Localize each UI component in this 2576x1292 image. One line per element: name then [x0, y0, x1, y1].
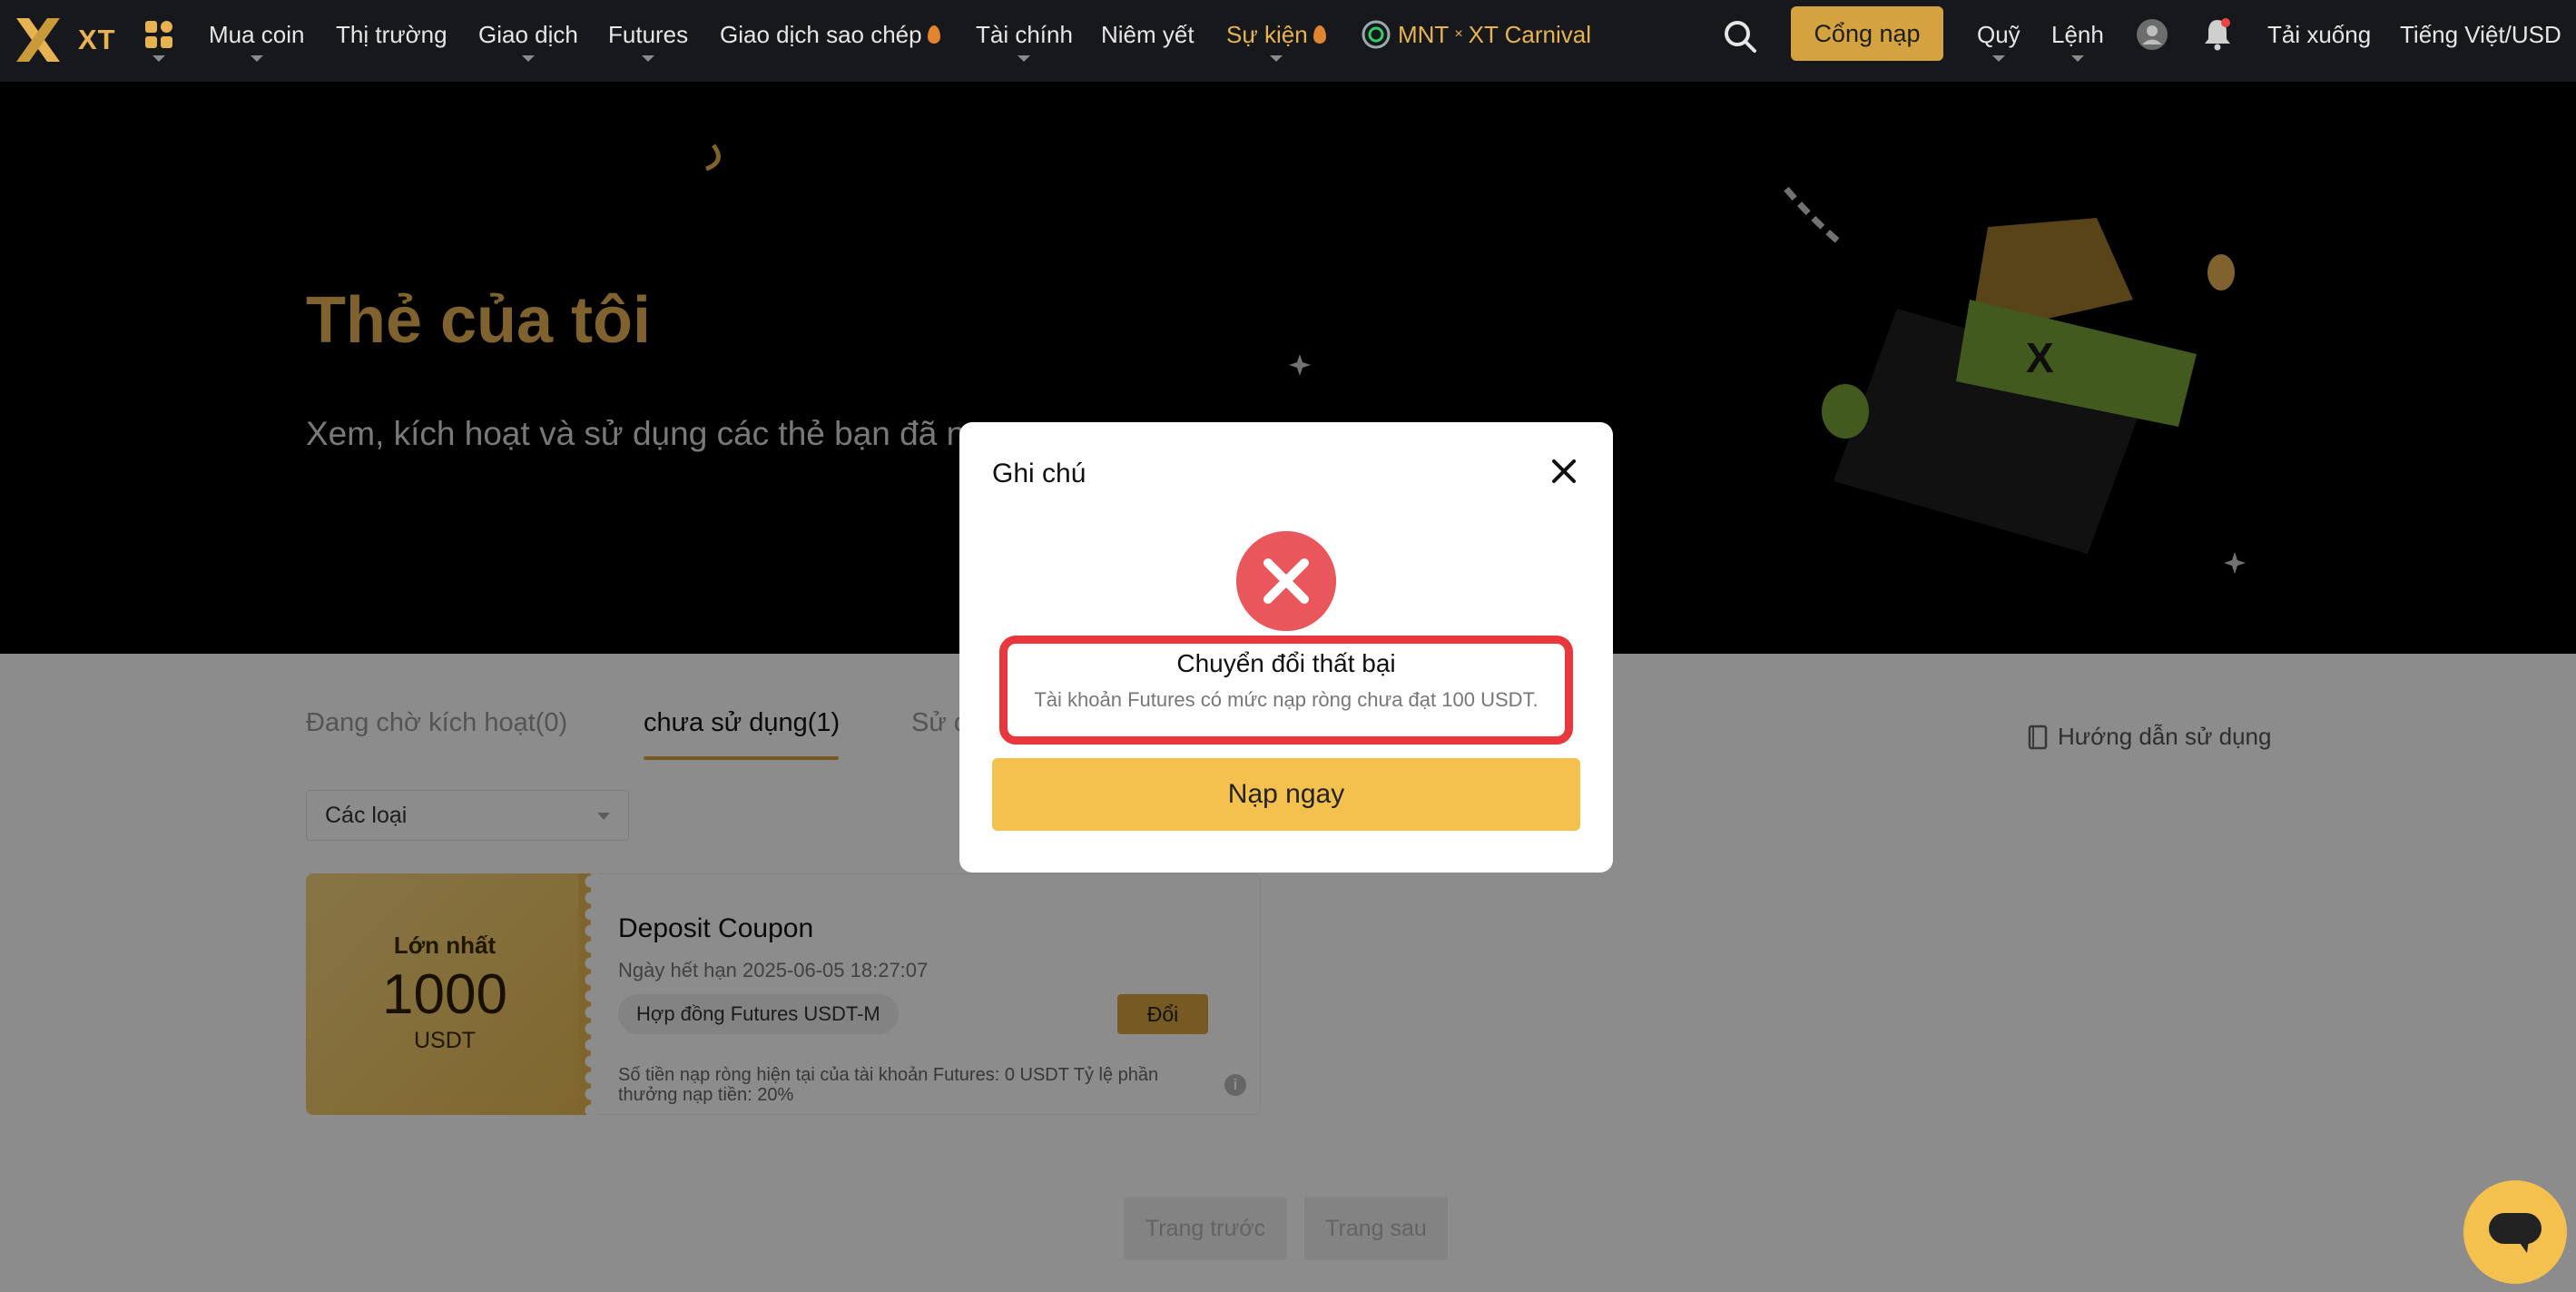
nav-download[interactable]: Tải xuống [2267, 0, 2371, 69]
nav-label: Mua coin [209, 20, 305, 48]
nav-label: Lệnh [2051, 20, 2104, 48]
chat-icon [2489, 1213, 2542, 1253]
nav-orders[interactable]: Lệnh [2051, 0, 2104, 69]
apps-menu[interactable] [143, 0, 174, 69]
dialog-title: Ghi chú [992, 459, 1086, 488]
nav-trade[interactable]: Giao dịch [478, 0, 578, 69]
avatar-icon[interactable] [2136, 18, 2168, 51]
nav-label: Futures [608, 20, 689, 48]
search-icon[interactable] [1722, 18, 1758, 54]
nav-label: Giao dịch sao chép [720, 20, 922, 48]
support-chat-button[interactable] [2463, 1180, 2567, 1284]
note-dialog: Ghi chú Chuyển đổi thất bại Tài khoản Fu… [959, 422, 1613, 873]
deposit-now-button[interactable]: Nạp ngay [992, 758, 1580, 831]
carnival-mnt: MNT [1398, 20, 1450, 48]
apps-icon [145, 21, 172, 48]
bell-icon[interactable] [2201, 16, 2234, 51]
close-icon[interactable] [1548, 455, 1580, 488]
error-icon [1236, 531, 1336, 631]
nav-label: Sự kiện [1226, 20, 1308, 48]
nav-markets[interactable]: Thị trường [336, 0, 447, 69]
nav-label: Thị trường [336, 20, 447, 48]
mantle-coin-icon [1362, 20, 1391, 49]
top-nav: XT Mua coin Thị trường Giao dịch Futures… [0, 0, 2576, 82]
carnival-name: XT Carnival [1468, 20, 1592, 48]
nav-label: Tải xuống [2267, 20, 2372, 48]
nav-futures[interactable]: Futures [608, 0, 688, 69]
xt-logo-icon [16, 18, 60, 62]
nav-label: Tiếng Việt/USD [2400, 20, 2561, 48]
flame-icon [1313, 25, 1326, 44]
nav-copy-trading[interactable]: Giao dịch sao chép [720, 0, 940, 69]
logo[interactable]: XT [13, 13, 116, 67]
nav-listing[interactable]: Niêm yết [1101, 0, 1195, 69]
nav-label: Niêm yết [1101, 20, 1195, 48]
nav-carnival[interactable]: MNT × XT Carnival [1362, 0, 1591, 69]
nav-label: Giao dịch [478, 20, 578, 48]
nav-language[interactable]: Tiếng Việt/USD [2400, 0, 2561, 69]
nav-events[interactable]: Sự kiện [1226, 0, 1326, 69]
nav-label: Tài chính [976, 20, 1073, 48]
error-title: Chuyển đổi thất bại [1176, 649, 1396, 677]
deposit-button[interactable]: Cổng nạp [1791, 6, 1943, 61]
nav-buy-coin[interactable]: Mua coin [209, 0, 305, 69]
logo-text: XT [78, 24, 116, 55]
carnival-sep: × [1454, 26, 1463, 42]
flame-icon [927, 25, 940, 44]
nav-fund[interactable]: Quỹ [1977, 0, 2020, 69]
nav-label: Quỹ [1977, 20, 2020, 48]
nav-finance[interactable]: Tài chính [976, 0, 1073, 69]
error-message: Tài khoản Futures có mức nạp ròng chưa đ… [1034, 688, 1539, 711]
